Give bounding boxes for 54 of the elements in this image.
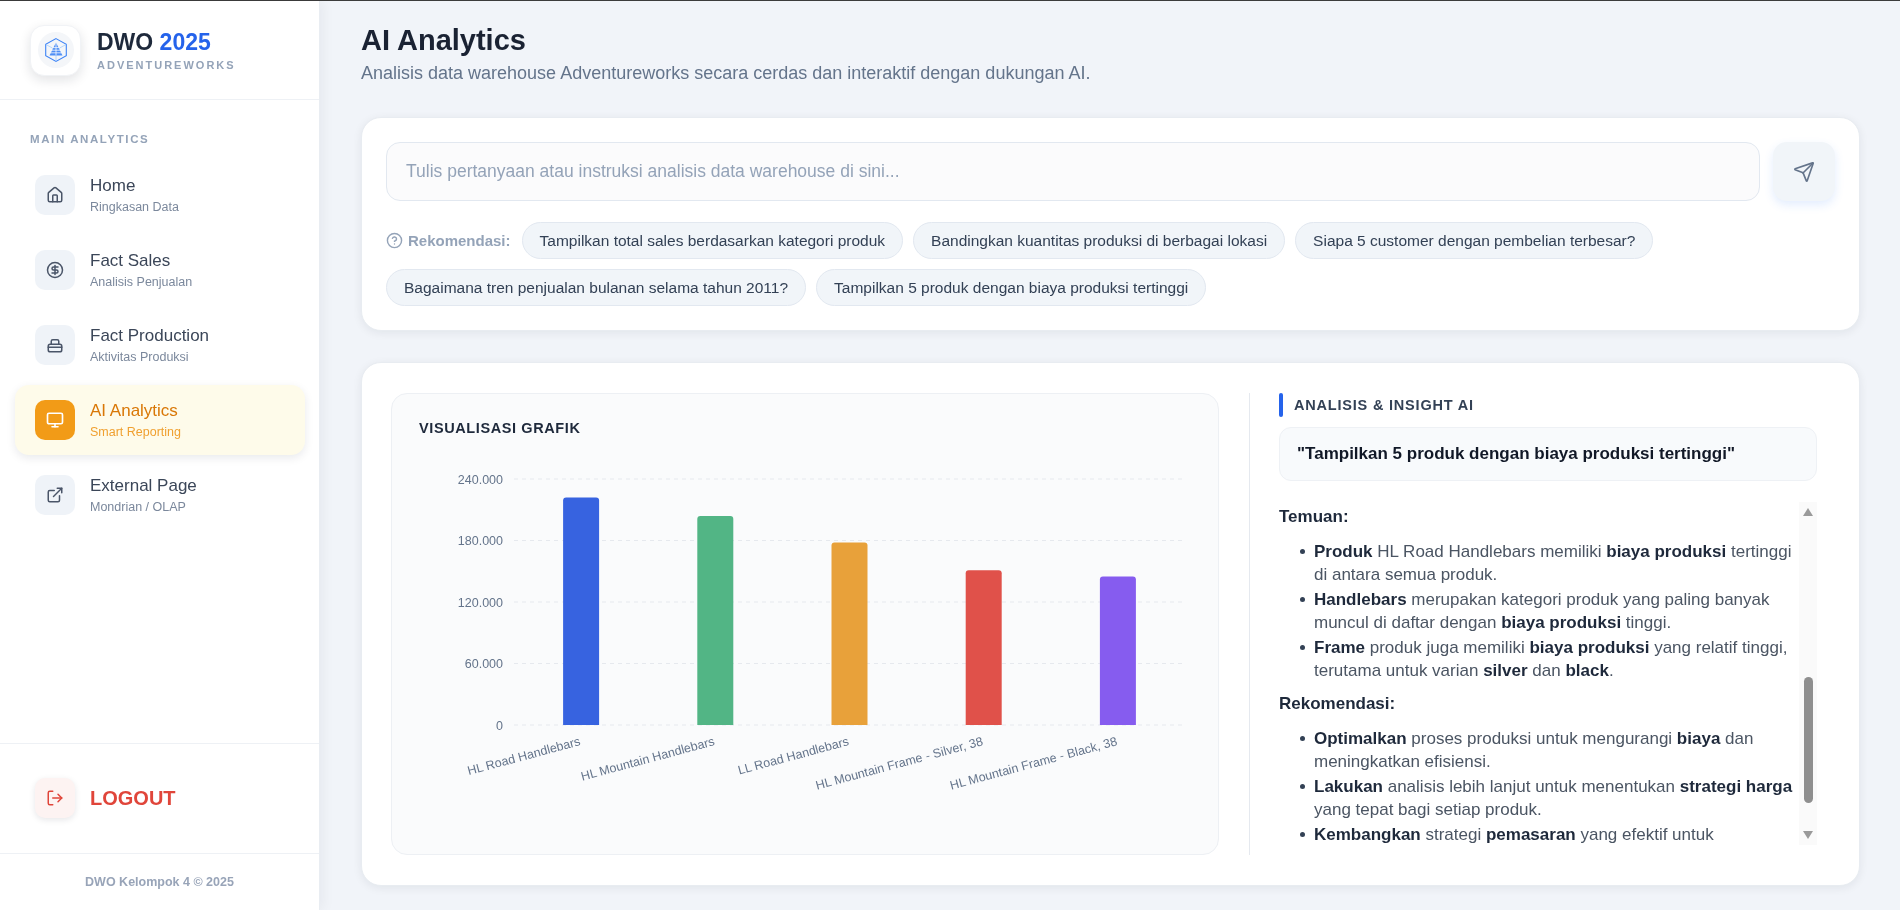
suggestion-chip[interactable]: Tampilkan total sales berdasarkan kategori produk [521, 222, 904, 259]
insight-title: ANALISIS & INSIGHT AI [1294, 397, 1474, 413]
scroll-down-icon[interactable] [1803, 831, 1813, 839]
insight-point: Frame produk juga memiliki biaya produksi yang relatif tinggi, terutama untuk varian silver dan black. [1314, 637, 1789, 682]
send-icon [1793, 160, 1815, 183]
bullet-icon [1300, 549, 1305, 554]
logout-icon [35, 778, 75, 818]
section-label: MAIN ANALYTICS [30, 132, 150, 146]
y-axis-label: 0 [496, 718, 503, 733]
y-axis-label: 240.000 [457, 472, 503, 487]
bullet-icon [1300, 736, 1305, 741]
nav-item[interactable]: External Page Mondrian / OLAP [15, 460, 305, 530]
nav-item[interactable]: Fact Production Aktivitas Produksi [15, 310, 305, 380]
query-quote: "Tampilkan 5 produk dengan biaya produksi tertinggi" [1279, 427, 1817, 481]
bullet-icon [1300, 832, 1305, 837]
recommendation-label: Rekomendasi: [408, 232, 511, 249]
nav-item[interactable]: Fact Sales Analisis Penjualan [15, 235, 305, 305]
send-button[interactable] [1773, 142, 1835, 201]
nav-item[interactable]: Home Ringkasan Data [15, 160, 305, 230]
input-field[interactable]: Tulis pertanyaan atau instruksi analisis data warehouse di sini... [386, 142, 1760, 201]
app-subtitle: ADVENTUREWORKS [97, 58, 236, 72]
y-axis-label: 120.000 [457, 595, 503, 610]
y-axis-label: 180.000 [457, 534, 503, 548]
logout-button[interactable]: LOGOUT [35, 778, 176, 818]
suggestion-chip[interactable]: Bagaimana tren penjualan bulanan selama tahun 2011? [386, 269, 807, 306]
footer-text: DWO Kelompok 4 © 2025 [85, 875, 234, 889]
external-link-icon [35, 475, 75, 515]
y-axis-label: 60.000 [464, 657, 503, 671]
logo-icon [30, 24, 81, 76]
accent-bar-icon [1279, 393, 1283, 417]
insight-point: Lakukan analisis lebih lanjut untuk menentukan strategi harga yang tepat bagi setiap produk. [1314, 776, 1794, 821]
scrollbar-thumb[interactable] [1803, 677, 1813, 803]
help-icon [386, 232, 403, 249]
app-title: DWO 2025 [97, 28, 212, 55]
insight-point: Optimalkan proses produksi untuk mengurangi biaya dan meningkatkan efisiensi. [1314, 728, 1755, 773]
monitor-icon [35, 400, 75, 440]
bullet-icon [1300, 597, 1305, 602]
section-heading: Rekomendasi: [1279, 693, 1396, 715]
box-icon [35, 325, 75, 365]
home-icon [35, 175, 75, 215]
dollar-icon [35, 250, 75, 290]
suggestion-chip[interactable]: Bandingkan kuantitas produksi di berbagai lokasi [913, 222, 1286, 259]
page-subtitle: Analisis data warehouse Adventureworks secara cerdas dan interaktif dengan dukungan AI. [361, 62, 1091, 84]
insight-point: Handlebars merupakan kategori produk yang paling banyak muncul di daftar dengan biaya produksi tinggi. [1314, 589, 1771, 634]
chart-title: VISUALISASI GRAFIK [419, 419, 581, 437]
scroll-up-icon[interactable] [1803, 508, 1813, 516]
insight-point: Kembangkan strategi pemasaran yang efektif untuk [1314, 824, 1714, 845]
suggestion-chip[interactable]: Tampilkan 5 produk dengan biaya produksi tertinggi [816, 269, 1207, 306]
bullet-icon [1300, 784, 1305, 789]
section-heading: Temuan: [1279, 506, 1349, 528]
page-title: AI Analytics [361, 23, 526, 57]
bullet-icon [1300, 645, 1305, 650]
suggestion-chip[interactable]: Siapa 5 customer dengan pembelian terbesar? [1295, 222, 1654, 259]
insight-point: Produk HL Road Handlebars memiliki biaya produksi tertinggi di antara semua produk. [1314, 541, 1793, 586]
